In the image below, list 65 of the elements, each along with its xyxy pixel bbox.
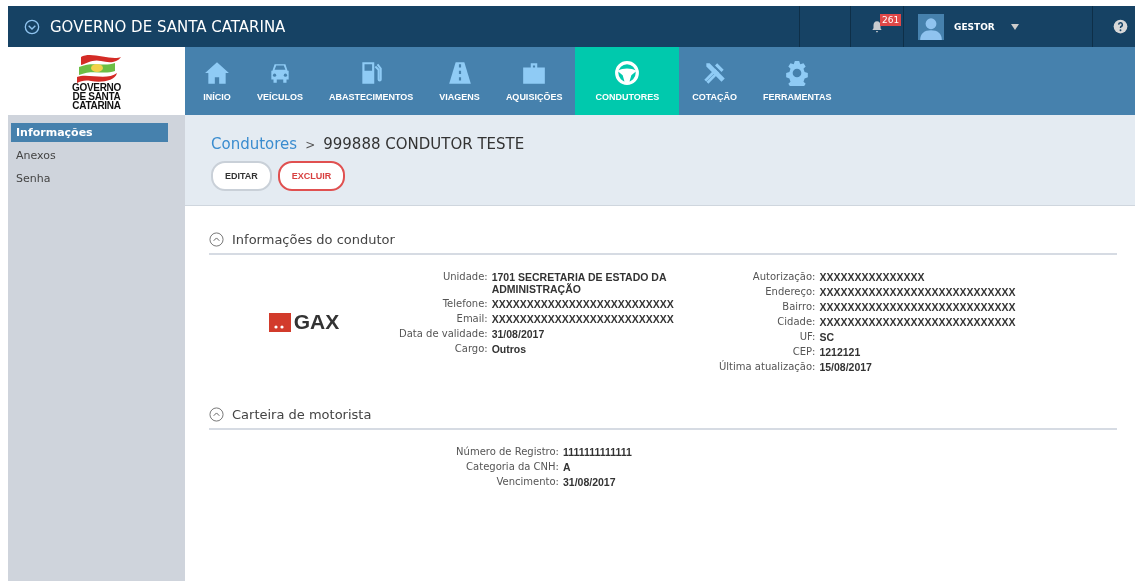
nav-tab[interactable]: INÍCIO bbox=[190, 47, 244, 115]
help-icon[interactable] bbox=[1113, 19, 1128, 34]
field-value: 1701 SECRETARIA DE ESTADO DA ADMINISTRAÇÃO bbox=[491, 271, 668, 295]
field-value: XXXXXXXXXXXXXXXXXXXXXXXXXXXX bbox=[819, 316, 1016, 328]
field-label: CEP: bbox=[791, 346, 816, 358]
field-value: 1111111111111 bbox=[562, 446, 633, 458]
field-value: SC bbox=[819, 331, 835, 343]
section-title: Carteira de motorista bbox=[232, 407, 372, 422]
sidebar-item[interactable]: Informações bbox=[11, 123, 168, 142]
logo-text: GOVERNO bbox=[72, 82, 121, 92]
logo-text: GAX bbox=[293, 310, 340, 334]
collapse-icon[interactable] bbox=[209, 407, 224, 422]
page-title: 999888 CONDUTOR TESTE bbox=[323, 135, 525, 153]
field-label: Cidade: bbox=[776, 316, 816, 328]
field-label: Vencimento: bbox=[495, 476, 559, 488]
edit-button[interactable]: EDITAR bbox=[211, 161, 272, 191]
nav-tab[interactable]: ABASTECIMENTOS bbox=[316, 47, 427, 115]
collapse-icon[interactable] bbox=[209, 232, 224, 247]
nav-tab[interactable]: VEÍCULOS bbox=[244, 47, 316, 115]
user-menu[interactable]: GESTOR bbox=[954, 21, 995, 32]
house-icon bbox=[203, 60, 231, 86]
sidebar-item[interactable]: Senha bbox=[11, 169, 168, 188]
nav-tab[interactable]: COTAÇÃO bbox=[679, 47, 751, 115]
field-label: Categoria da CNH: bbox=[465, 461, 559, 473]
section-title: Informações do condutor bbox=[232, 232, 395, 247]
field-value: A bbox=[562, 461, 572, 473]
field-label: Data de validade: bbox=[399, 328, 488, 340]
field-label: Unidade: bbox=[441, 271, 488, 284]
field-label: Autorização: bbox=[751, 271, 816, 283]
app-title: GOVERNO DE SANTA CATARINA bbox=[50, 17, 286, 36]
field-value: 31/08/2017 bbox=[562, 476, 617, 488]
breadcrumb-separator: > bbox=[305, 138, 316, 152]
field-value: XXXXXXXXXXXXXXXXXXXXXXXXXX bbox=[491, 313, 675, 325]
field-label: Número de Registro: bbox=[455, 446, 559, 458]
field-label: Última atualização: bbox=[719, 361, 816, 373]
bell-icon[interactable] bbox=[870, 18, 884, 35]
delete-button[interactable]: EXCLUIR bbox=[277, 161, 346, 191]
field-label: Email: bbox=[455, 313, 488, 325]
field-label: UF: bbox=[798, 331, 816, 343]
nav-tab[interactable]: VIAGENS bbox=[426, 47, 493, 115]
nav-tab[interactable]: AQUISIÇÕES bbox=[492, 47, 576, 115]
logo-text: CATARINA bbox=[72, 100, 121, 110]
field-value: 31/08/2017 bbox=[491, 328, 546, 340]
field-value: XXXXXXXXXXXXXXXXXXXXXXXXXXXX bbox=[819, 301, 1016, 313]
field-label: Cargo: bbox=[453, 343, 488, 355]
field-value: 15/08/2017 bbox=[819, 361, 873, 373]
field-value: 1212121 bbox=[819, 346, 862, 358]
nav-tab[interactable]: FERRAMENTAS bbox=[750, 47, 845, 115]
caret-icon[interactable] bbox=[1010, 23, 1019, 30]
field-label: Bairro: bbox=[781, 301, 816, 313]
field-value: Outros bbox=[491, 343, 528, 355]
sidebar-item[interactable]: Anexos bbox=[11, 146, 168, 165]
steering-wheel-icon bbox=[613, 60, 642, 86]
chevron-down-icon[interactable] bbox=[24, 18, 40, 35]
field-label: Telefone: bbox=[441, 298, 488, 310]
notification-count: 261 bbox=[880, 14, 902, 26]
field-value: XXXXXXXXXXXXXXXXXXXXXXXXXXXX bbox=[819, 286, 1016, 298]
field-value: XXXXXXXXXXXXXXXXXXXXXXXXXX bbox=[491, 298, 675, 310]
breadcrumb-link[interactable]: Condutores bbox=[211, 135, 298, 153]
avatar-icon bbox=[918, 13, 944, 40]
logo-mark-icon bbox=[268, 312, 291, 332]
nav-tab[interactable]: CONDUTORES bbox=[575, 47, 680, 115]
field-label: Endereço: bbox=[764, 286, 816, 298]
logo-text: DE SANTA bbox=[72, 91, 121, 101]
field-value: XXXXXXXXXXXXXXX bbox=[819, 271, 926, 283]
